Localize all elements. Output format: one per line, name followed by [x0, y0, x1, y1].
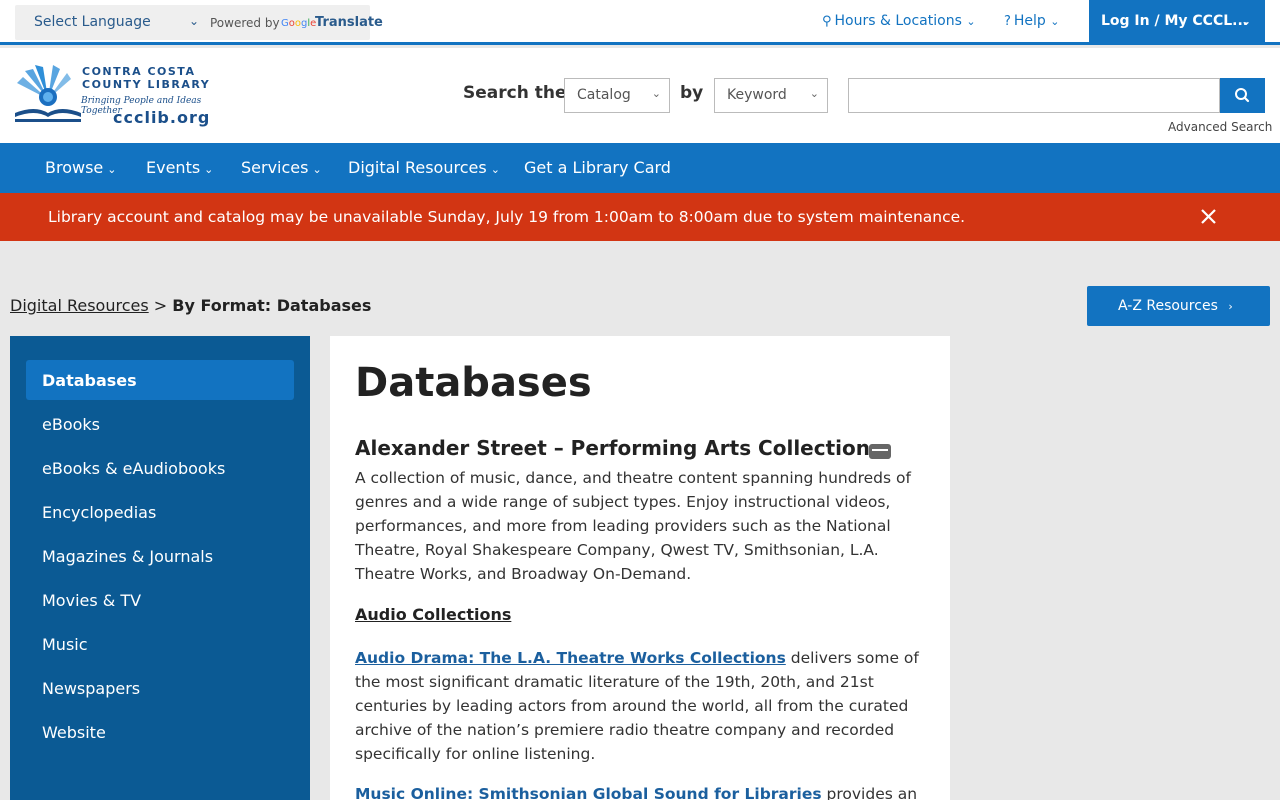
alert-message: Library account and catalog may be unava…: [48, 208, 966, 226]
music-online-paragraph: Music Online: Smithsonian Global Sound f…: [355, 782, 925, 800]
sidebar-item-ebooks-eaudiobooks[interactable]: eBooks & eAudiobooks: [26, 448, 294, 488]
library-logo-icon: [15, 65, 81, 122]
page-title: Databases: [355, 360, 592, 406]
help-link[interactable]: ? Help ⌄: [1004, 13, 1060, 29]
powered-by-label: Powered by: [210, 16, 280, 30]
sidebar-item-encyclopedias[interactable]: Encyclopedias: [26, 492, 294, 532]
chevron-down-icon[interactable]: ⌄: [189, 14, 199, 28]
main-nav: Browse ⌄ Events ⌄ Services ⌄ Digital Resour…: [0, 143, 1280, 193]
hours-locations-link[interactable]: ⚲ Hours & Locations ⌄: [822, 13, 976, 29]
sidebar-item-ebooks[interactable]: eBooks: [26, 404, 294, 444]
sidebar-item-music[interactable]: Music: [26, 624, 294, 664]
search-by-label: by: [680, 83, 704, 103]
resource-title-link[interactable]: Alexander Street – Performing Arts Colle…: [355, 436, 890, 460]
search-button[interactable]: [1220, 78, 1265, 113]
search-label: Search the: [463, 83, 567, 103]
search-type-select[interactable]: Keyword ⌄: [714, 78, 828, 113]
google-logo: Google: [281, 18, 317, 29]
nav-browse[interactable]: Browse ⌄: [45, 158, 116, 177]
maintenance-alert: Library account and catalog may be unava…: [0, 193, 1280, 241]
utility-bar: Select Language ⌄ Powered by Google Tran…: [0, 0, 1280, 45]
translate-link[interactable]: Translate: [315, 15, 383, 30]
nav-events[interactable]: Events ⌄: [146, 158, 213, 177]
audio-drama-paragraph: Audio Drama: The L.A. Theatre Works Coll…: [355, 649, 919, 763]
site-header: CONTRA COSTA COUNTY LIBRARY Bringing Peo…: [0, 48, 1280, 143]
nav-get-library-card[interactable]: Get a Library Card: [524, 158, 671, 177]
chevron-down-icon: ⌄: [204, 163, 214, 176]
resource-description: A collection of music, dance, and theatr…: [355, 469, 911, 583]
chevron-right-icon: ›: [1228, 300, 1233, 313]
chevron-down-icon: ⌄: [651, 87, 661, 100]
map-marker-icon: ⚲: [822, 14, 832, 29]
audio-drama-link[interactable]: Audio Drama: The L.A. Theatre Works Coll…: [355, 649, 786, 667]
sidebar-item-movies-tv[interactable]: Movies & TV: [26, 580, 294, 620]
sidebar-item-newspapers[interactable]: Newspapers: [26, 668, 294, 708]
breadcrumb: Digital Resources > By Format: Databases: [10, 296, 372, 315]
audio-collections-heading: Audio Collections: [355, 605, 512, 624]
a-z-resources-button[interactable]: A-Z Resources ›: [1087, 286, 1270, 326]
chevron-down-icon: ⌄: [966, 15, 976, 28]
sidebar-item-databases[interactable]: Databases: [26, 360, 294, 400]
chevron-down-icon: ⌄: [490, 163, 500, 176]
search-scope-select[interactable]: Catalog ⌄: [564, 78, 670, 113]
search-input[interactable]: [848, 78, 1220, 113]
breadcrumb-digital-resources[interactable]: Digital Resources: [10, 296, 149, 315]
chevron-down-icon: ⌄: [1240, 14, 1251, 28]
select-language-label[interactable]: Select Language: [34, 14, 151, 30]
library-logo[interactable]: CONTRA COSTA COUNTY LIBRARY Bringing Peo…: [15, 63, 225, 129]
chevron-down-icon: ⌄: [312, 163, 322, 176]
search-icon: [1235, 88, 1250, 103]
login-button[interactable]: Log In / My CCCL... ⌄: [1089, 0, 1265, 45]
chevron-down-icon: ⌄: [107, 163, 117, 176]
music-online-link[interactable]: Music Online: Smithsonian Global Sound f…: [355, 785, 822, 800]
sidebar-item-website[interactable]: Website: [26, 712, 294, 752]
nav-services[interactable]: Services ⌄: [241, 158, 322, 177]
breadcrumb-current: By Format: Databases: [172, 296, 372, 315]
format-sidebar: Databases eBooks eBooks & eAudiobooks En…: [10, 336, 310, 800]
question-circle-icon: ?: [1004, 14, 1011, 29]
language-selector[interactable]: Select Language ⌄ Powered by Google Tran…: [15, 5, 383, 40]
chevron-down-icon: ⌄: [809, 87, 819, 100]
content-card: Databases Alexander Street – Performing …: [330, 336, 950, 800]
close-icon[interactable]: [1199, 204, 1219, 228]
sidebar-item-magazines-journals[interactable]: Magazines & Journals: [26, 536, 294, 576]
advanced-search-link[interactable]: Advanced Search: [1168, 120, 1272, 134]
nav-digital-resources[interactable]: Digital Resources ⌄: [348, 158, 500, 177]
library-card-icon: [869, 444, 891, 459]
chevron-down-icon: ⌄: [1050, 15, 1060, 28]
